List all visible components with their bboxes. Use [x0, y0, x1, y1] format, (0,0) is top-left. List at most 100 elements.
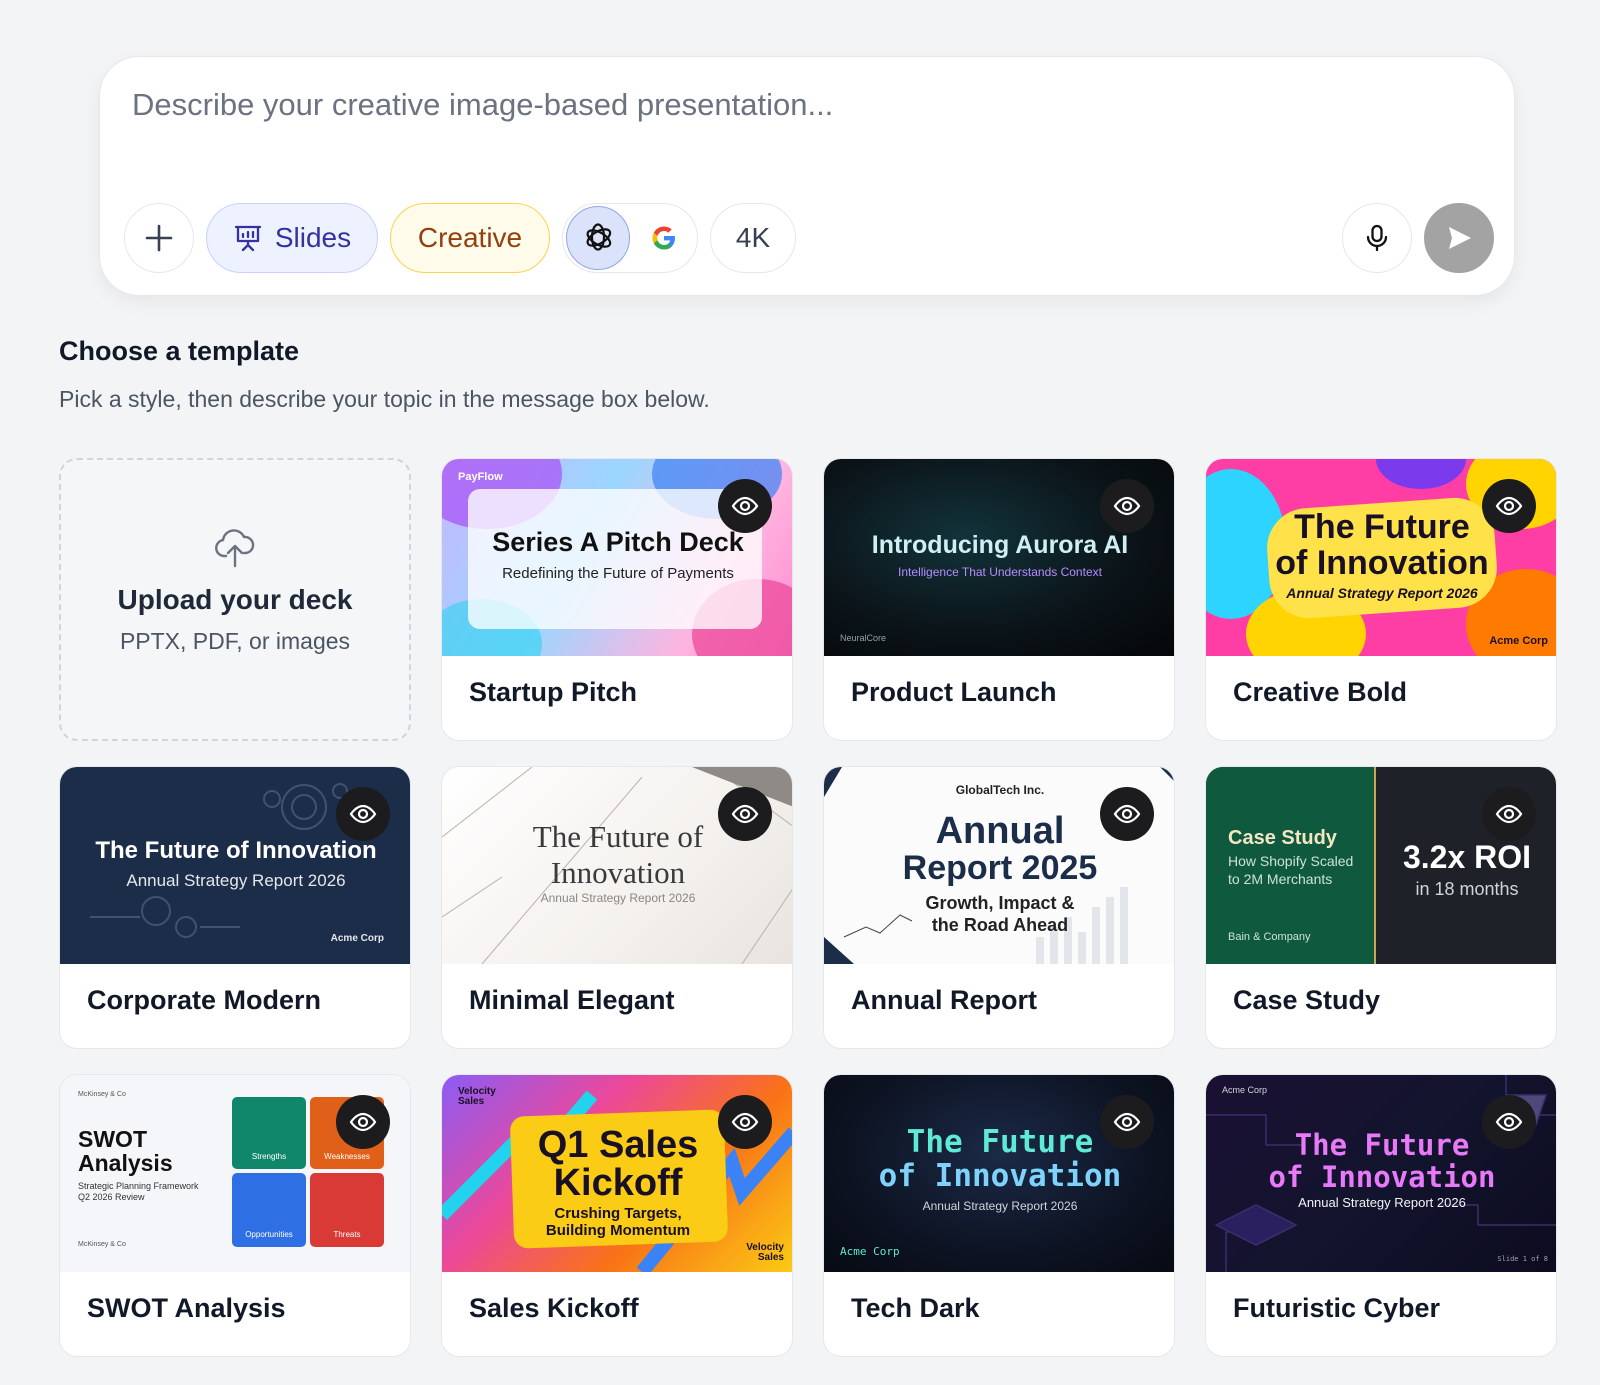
preview-title-line1: SWOT: [78, 1126, 147, 1152]
preview-sub-line1: Crushing Targets,: [554, 1205, 682, 1222]
template-card-startup-pitch[interactable]: PayFlow Series A Pitch Deck Redefining t…: [441, 458, 793, 741]
preview-subtitle: Redefining the Future of Payments: [502, 565, 734, 582]
eye-icon: [731, 804, 759, 824]
preview-sub-line2: Building Momentum: [545, 1222, 691, 1239]
slides-label: Slides: [274, 222, 352, 253]
section-title: Choose a template: [59, 336, 300, 366]
resolution-button[interactable]: 4K: [710, 203, 796, 273]
template-name: Startup Pitch: [469, 677, 638, 707]
template-card-product-launch[interactable]: Introducing Aurora AI Intelligence That …: [823, 458, 1175, 741]
preview-title-line2: Analysis: [78, 1150, 173, 1176]
preview-footer: NeuralCore: [840, 633, 887, 643]
creative-label: Creative: [417, 222, 523, 253]
preview-footer: Acme Corp: [840, 1245, 900, 1258]
openai-model-button[interactable]: [566, 206, 630, 270]
preview-button[interactable]: [1482, 1095, 1536, 1149]
template-name: Minimal Elegant: [469, 985, 675, 1015]
eye-icon: [1495, 1112, 1523, 1132]
preview-sub-line2: Q2 2026 Review: [78, 1192, 145, 1202]
template-card-corporate-modern[interactable]: The Future of Innovation Annual Strategy…: [59, 766, 411, 1049]
template-card-creative-bold[interactable]: The Future of Innovation Annual Strategy…: [1205, 458, 1557, 741]
prompt-input[interactable]: [132, 87, 1472, 187]
template-name: Product Launch: [851, 677, 1057, 707]
preview-button[interactable]: [1100, 479, 1154, 533]
model-selector: [562, 203, 698, 273]
preview-title-line2: of Innovation: [1268, 1160, 1496, 1194]
template-name: Creative Bold: [1233, 677, 1408, 707]
template-card-minimal-elegant[interactable]: The Future of Innovation Annual Strategy…: [441, 766, 793, 1049]
preview-button[interactable]: [1482, 479, 1536, 533]
upload-title: Upload your deck: [117, 584, 353, 615]
swot-threats: Threats: [310, 1173, 384, 1247]
preview-subtitle: Annual Strategy Report 2026: [126, 871, 346, 890]
preview-button[interactable]: [1482, 787, 1536, 841]
template-card-swot-analysis[interactable]: McKinsey & Co SWOT Analysis Strategic Pl…: [59, 1074, 411, 1357]
preview-subtitle: Annual Strategy Report 2026: [1298, 1195, 1466, 1210]
preview-subtitle: Annual Strategy Report 2026: [1286, 585, 1478, 601]
template-card-tech-dark[interactable]: The Future of Innovation Annual Strategy…: [823, 1074, 1175, 1357]
preview-brand: PayFlow: [458, 471, 503, 483]
eye-icon: [349, 1112, 377, 1132]
preview-subtitle: Annual Strategy Report 2026: [922, 1199, 1078, 1213]
template-name: Sales Kickoff: [469, 1293, 639, 1323]
preview-button[interactable]: [718, 1095, 772, 1149]
preview-button[interactable]: [1100, 787, 1154, 841]
preview-button[interactable]: [1100, 1095, 1154, 1149]
preview-footer: Slide 1 of 8: [1497, 1255, 1548, 1263]
eye-icon: [349, 804, 377, 824]
creative-style-button[interactable]: Creative: [390, 203, 550, 273]
eye-icon: [1113, 496, 1141, 516]
preview-subtitle: Annual Strategy Report 2026: [540, 891, 696, 905]
plus-icon: [145, 224, 173, 252]
preview-footer: Acme Corp: [330, 933, 384, 944]
template-card-annual-report[interactable]: GlobalTech Inc. Annual Report 2025 Growt…: [823, 766, 1175, 1049]
preview-brand-line2: Sales: [458, 1096, 485, 1107]
voice-input-button[interactable]: [1342, 203, 1412, 273]
preview-subtitle-line1: Growth, Impact &: [925, 893, 1075, 913]
google-icon: [652, 226, 675, 250]
template-card-futuristic-cyber[interactable]: Acme Corp The Future of Innovation Annua…: [1205, 1074, 1557, 1357]
cloud-upload-icon: [215, 529, 255, 568]
section-subtitle: Pick a style, then describe your topic i…: [59, 386, 710, 412]
slides-mode-button[interactable]: Slides: [206, 203, 378, 273]
template-card-sales-kickoff[interactable]: Velocity Sales Q1 Sales Kickoff Crushing…: [441, 1074, 793, 1357]
eye-icon: [731, 496, 759, 516]
template-name: Tech Dark: [851, 1293, 980, 1323]
presentation-icon: [234, 225, 262, 252]
preview-button[interactable]: [336, 1095, 390, 1149]
preview-title: Introducing Aurora AI: [871, 531, 1129, 559]
google-model-button[interactable]: [642, 216, 686, 260]
preview-label: Case Study: [1228, 827, 1337, 849]
preview-subtitle: Intelligence That Understands Context: [898, 565, 1102, 579]
add-attachment-button[interactable]: [124, 203, 194, 273]
template-name: SWOT Analysis: [87, 1293, 286, 1323]
eye-icon: [731, 1112, 759, 1132]
eye-icon: [1495, 804, 1523, 824]
openai-icon: [586, 223, 612, 251]
preview-sub-line1: Strategic Planning Framework: [78, 1181, 199, 1191]
send-button[interactable]: [1424, 203, 1494, 273]
preview-subtitle-line2: the Road Ahead: [931, 915, 1069, 935]
template-grid: Upload your deck PPTX, PDF, or images Pa…: [59, 458, 1559, 1378]
preview-title-line2: Kickoff: [553, 1162, 683, 1204]
preview-title-line2: Report 2025: [902, 849, 1098, 887]
template-name: Corporate Modern: [87, 985, 322, 1015]
preview-title-line2: Innovation: [550, 855, 686, 890]
preview-button[interactable]: [718, 479, 772, 533]
eye-icon: [1113, 804, 1141, 824]
preview-footer-line2: Sales: [757, 1252, 784, 1263]
template-card-case-study[interactable]: Case Study How Shopify Scaled to 2M Merc…: [1205, 766, 1557, 1049]
preview-footer: Acme Corp: [1489, 635, 1548, 647]
upload-deck-dropzone[interactable]: Upload your deck PPTX, PDF, or images: [59, 458, 411, 741]
preview-brand: Acme Corp: [1222, 1085, 1268, 1095]
preview-button[interactable]: [336, 787, 390, 841]
template-name: Annual Report: [851, 985, 1037, 1015]
preview-brand-footer: McKinsey & Co: [78, 1241, 126, 1248]
prompt-composer: Slides Creative 4K: [99, 56, 1515, 296]
preview-brand: McKinsey & Co: [78, 1091, 126, 1098]
microphone-icon: [1366, 224, 1388, 252]
preview-metric-sub: in 18 months: [1415, 879, 1519, 899]
preview-footer: Bain & Company: [1228, 931, 1311, 943]
preview-metric: 3.2x ROI: [1402, 839, 1532, 875]
preview-button[interactable]: [718, 787, 772, 841]
